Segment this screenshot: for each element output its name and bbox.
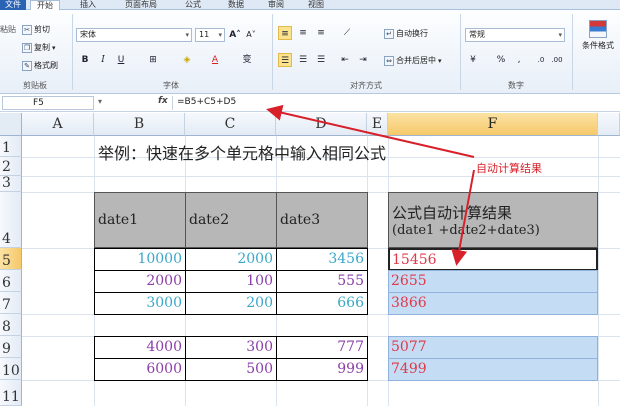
annotation-label: 自动计算结果 [476, 162, 542, 175]
annotation-arrows [266, 104, 475, 266]
arrow-to-result [451, 169, 475, 266]
arrow-to-formula [266, 104, 475, 158]
